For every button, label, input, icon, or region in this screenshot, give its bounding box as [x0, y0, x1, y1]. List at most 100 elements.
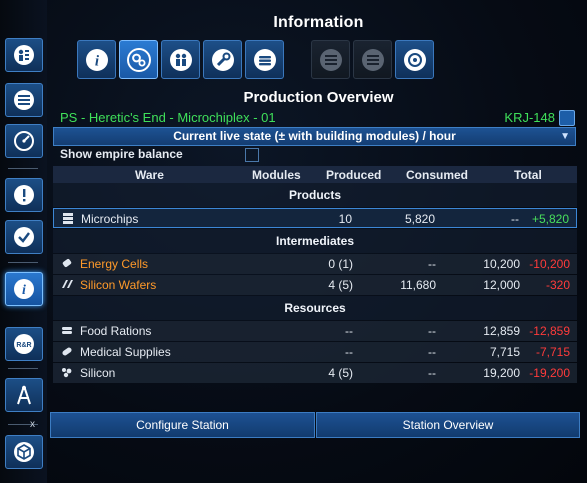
- window-title: Information: [273, 14, 364, 31]
- sidebar-alert-button[interactable]: [5, 178, 43, 212]
- tab-maintenance[interactable]: [203, 40, 242, 79]
- modules-value: --: [345, 324, 353, 338]
- mode-dropdown[interactable]: Current live state (± with building modu…: [53, 127, 576, 146]
- consumed-value: 12,859: [483, 324, 520, 338]
- tab-info[interactable]: i: [77, 40, 116, 79]
- silicon-icon: [62, 368, 72, 378]
- produced-value: 5,820: [404, 212, 435, 226]
- sidebar-rnr-button[interactable]: R&R: [5, 327, 43, 361]
- energy-cell-icon: [62, 259, 72, 267]
- consumed-value: 12,000: [483, 278, 520, 292]
- modules-value: --: [345, 345, 353, 359]
- alert-icon: [14, 185, 34, 205]
- check-shield-icon: [14, 227, 34, 247]
- modules-value: 4 (5): [328, 278, 353, 292]
- modules-value: 0 (1): [328, 257, 353, 271]
- mode-dropdown-value: Current live state (± with building modu…: [173, 129, 456, 143]
- production-table: Ware Modules Produced Consumed Total Pro…: [53, 166, 577, 384]
- total-value: -10,200: [529, 257, 570, 271]
- info-icon: i: [85, 48, 108, 71]
- cube-icon: [14, 442, 34, 462]
- expand-icon[interactable]: [559, 110, 575, 126]
- table-row[interactable]: Food Rations -- -- 12,859 -12,859: [53, 321, 577, 341]
- configure-station-button[interactable]: Configure Station: [50, 412, 315, 438]
- sidebar-gauge-button[interactable]: [5, 124, 43, 158]
- consumed-value: 10,200: [483, 257, 520, 271]
- gears-icon: [126, 47, 151, 72]
- sidebar-check-shield-button[interactable]: [5, 220, 43, 254]
- tab-target[interactable]: [395, 40, 434, 79]
- wrench-icon: [211, 48, 234, 71]
- station-header: PS - Heretic's End - Microchiplex - 01 K…: [53, 109, 577, 127]
- tab-wares[interactable]: [245, 40, 284, 79]
- sidebar-divider: [8, 168, 38, 169]
- food-rations-icon: [62, 327, 72, 334]
- list-icon: [14, 90, 34, 110]
- svg-text:i: i: [22, 283, 26, 298]
- list-disabled-icon: [319, 48, 342, 71]
- ware-name: Food Rations: [80, 324, 152, 338]
- station-code: KRJ-148: [504, 110, 555, 125]
- section-resources: Resources: [53, 296, 577, 320]
- info-icon: i: [14, 279, 34, 299]
- column-produced: Produced: [326, 168, 382, 182]
- table-row[interactable]: Energy Cells 0 (1) -- 10,200 -10,200: [53, 254, 577, 274]
- section-intermediates: Intermediates: [53, 229, 577, 253]
- tab-crew[interactable]: [161, 40, 200, 79]
- total-value: -320: [545, 278, 570, 292]
- consumed-value: 19,200: [483, 366, 520, 380]
- silicon-wafer-icon: [62, 280, 73, 288]
- sidebar-person-info-button[interactable]: [5, 38, 43, 72]
- produced-value: --: [428, 324, 436, 338]
- chevron-down-icon: ▼: [560, 131, 570, 142]
- ware-name: Silicon Wafers: [80, 278, 157, 292]
- sidebar-list-button[interactable]: [5, 83, 43, 117]
- ware-name: Energy Cells: [80, 257, 149, 271]
- produced-value: 11,680: [400, 278, 436, 292]
- microchip-icon: [63, 213, 73, 224]
- station-overview-button[interactable]: Station Overview: [316, 412, 580, 438]
- column-total: Total: [514, 168, 542, 182]
- ware-name: Medical Supplies: [80, 345, 171, 359]
- produced-value: --: [428, 366, 436, 380]
- people-icon: [169, 48, 192, 71]
- table-row[interactable]: Medical Supplies -- -- 7,715 -7,715: [53, 342, 577, 362]
- modules-value: 4 (5): [328, 366, 353, 380]
- target-icon: [403, 48, 426, 71]
- sidebar-info-button[interactable]: i: [5, 272, 43, 306]
- table-row[interactable]: Microchips 10 5,820 -- +5,820: [53, 208, 577, 228]
- total-value: -19,200: [529, 366, 570, 380]
- total-value: +5,820: [531, 212, 569, 226]
- tab-list-disabled-2: [353, 40, 392, 79]
- gauge-icon: [14, 131, 34, 151]
- left-sidebar: i R&R x: [0, 0, 47, 483]
- table-header: Ware Modules Produced Consumed Total: [53, 166, 577, 183]
- svg-text:R&R: R&R: [16, 342, 31, 349]
- ware-stack-icon: [253, 48, 276, 71]
- tab-production[interactable]: [119, 40, 158, 79]
- column-consumed: Consumed: [406, 168, 469, 182]
- section-products: Products: [53, 183, 577, 207]
- total-value: -7,715: [535, 345, 570, 359]
- list-disabled-icon: [361, 48, 384, 71]
- ware-name: Silicon: [80, 366, 116, 380]
- sidebar-compass-button[interactable]: [5, 378, 43, 412]
- ware-name: Microchips: [81, 212, 139, 226]
- consumed-value: --: [511, 212, 519, 226]
- empire-balance-checkbox[interactable]: [245, 148, 259, 162]
- modules-value: 10: [338, 212, 352, 226]
- compass-icon: [17, 385, 31, 405]
- close-icon[interactable]: x: [30, 419, 35, 430]
- column-ware: Ware: [135, 168, 164, 182]
- column-modules: Modules: [252, 168, 301, 182]
- empire-balance-label: Show empire balance: [60, 147, 183, 161]
- produced-value: --: [428, 345, 436, 359]
- rnr-icon: R&R: [14, 334, 34, 354]
- sidebar-cube-button[interactable]: [5, 435, 43, 469]
- produced-value: --: [428, 257, 436, 271]
- table-row[interactable]: Silicon Wafers 4 (5) 11,680 12,000 -320: [53, 275, 577, 295]
- information-panel: Information i Production Overview PS - H…: [50, 0, 587, 483]
- sidebar-divider: [8, 368, 38, 369]
- sidebar-divider: [8, 262, 38, 263]
- table-row[interactable]: Silicon 4 (5) -- 19,200 -19,200: [53, 363, 577, 383]
